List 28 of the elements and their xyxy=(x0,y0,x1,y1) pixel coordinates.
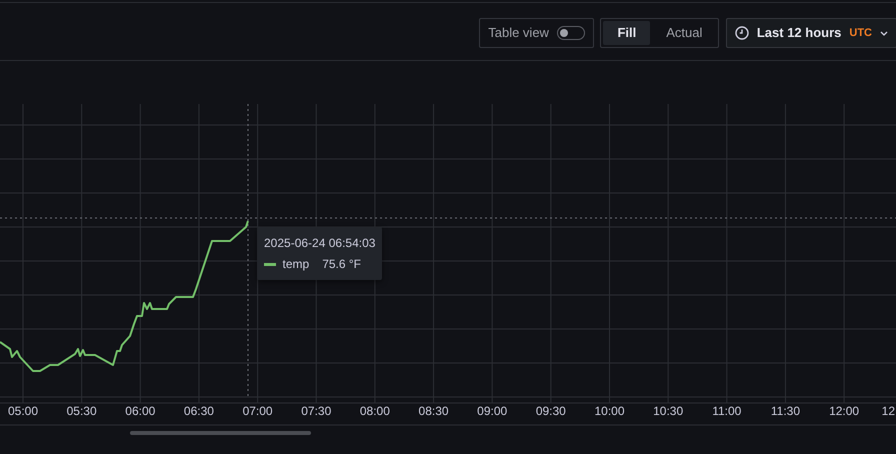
axis-tick-label: 05:00 xyxy=(8,404,38,418)
axis-tick-label: 06:00 xyxy=(125,404,156,418)
axis-tick-label: 09:30 xyxy=(536,404,566,418)
axis-tick-label: 10:30 xyxy=(653,404,684,418)
scrollbar-thumb[interactable] xyxy=(130,431,311,435)
axis-tick-label: 06:30 xyxy=(184,404,214,418)
caret-icon xyxy=(880,30,888,36)
axis-tick-label: 08:00 xyxy=(360,404,390,418)
series-value: 75.6 °F xyxy=(322,256,362,274)
axis-tick-label: 07:30 xyxy=(301,404,332,418)
table-view-toggle[interactable] xyxy=(556,26,585,40)
axis-tick-label: 12:00 xyxy=(829,404,860,418)
axis-tick-label: 11:30 xyxy=(770,404,800,418)
axis-tick-label: 09:00 xyxy=(477,404,508,418)
mode-button[interactable]: Fill xyxy=(603,21,650,45)
series-name: temp xyxy=(282,256,310,274)
axis-tick-label: 08:30 xyxy=(418,404,449,418)
tooltip-time: 2025-06-24 06:54:03 xyxy=(264,235,376,252)
table-view-label: Table view xyxy=(488,24,549,42)
clock-icon xyxy=(734,26,749,40)
time-range-picker[interactable]: Last 12 hours UTC xyxy=(726,18,896,48)
axis-tick-label: 10:00 xyxy=(594,404,625,418)
axis-tick-label: 05:30 xyxy=(66,404,97,418)
mode-button[interactable]: Actual xyxy=(652,21,716,45)
axis-tick-label: 11:00 xyxy=(712,404,742,418)
timezone-label: UTC xyxy=(849,26,872,41)
axis-tick-label: 12 xyxy=(882,404,895,418)
axis-tick-label: 07:00 xyxy=(242,404,273,418)
